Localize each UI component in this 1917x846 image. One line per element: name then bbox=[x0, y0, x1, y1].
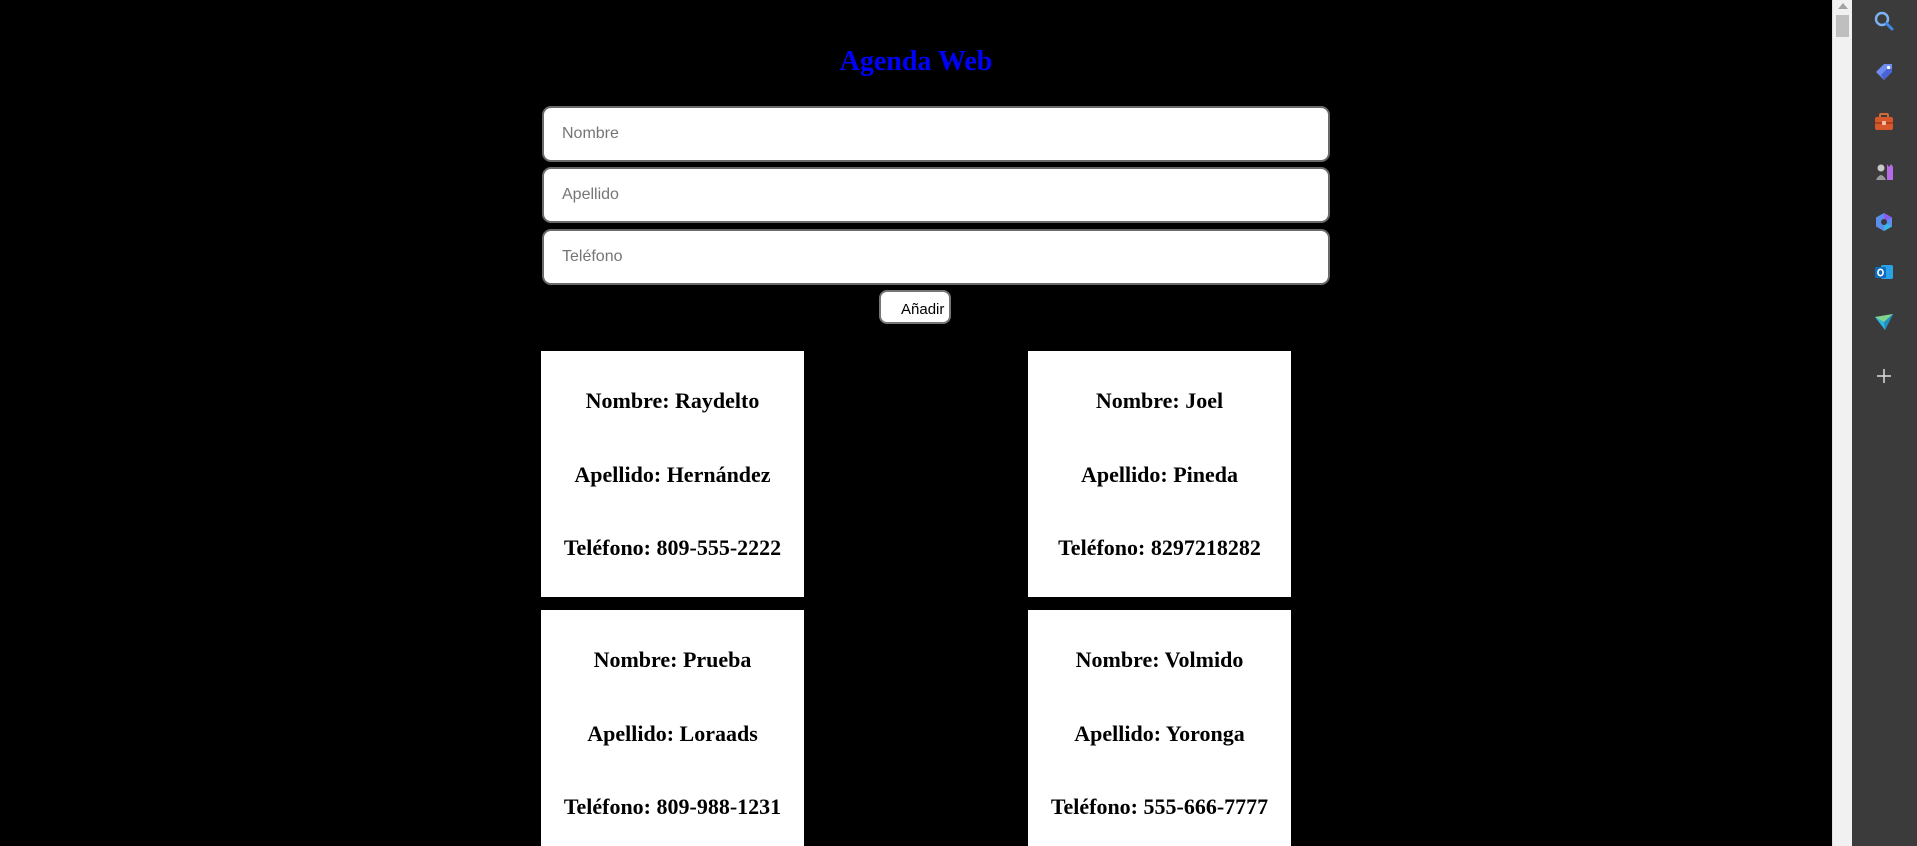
games-icon[interactable] bbox=[1870, 158, 1898, 186]
nombre-input[interactable] bbox=[542, 106, 1330, 162]
contact-nombre: Nombre: Joel bbox=[1095, 388, 1224, 413]
contact-apellido: Apellido: Yoronga bbox=[1074, 721, 1245, 746]
contact-apellido: Apellido: Pineda bbox=[1080, 462, 1239, 487]
browser-sidebar bbox=[1852, 0, 1917, 846]
contact-card: Nombre: Joel Apellido: Pineda Teléfono: … bbox=[1028, 351, 1291, 597]
add-icon[interactable] bbox=[1870, 362, 1898, 390]
apellido-input[interactable] bbox=[542, 167, 1330, 223]
contact-nombre: Nombre: Raydelto bbox=[585, 388, 760, 413]
contact-apellido: Apellido: Loraads bbox=[587, 721, 758, 746]
contact-card: Nombre: Volmido Apellido: Yoronga Teléfo… bbox=[1028, 610, 1291, 846]
page-content: Agenda Web Añadir Nombre: Raydelto Apell… bbox=[0, 0, 1832, 846]
outlook-icon[interactable] bbox=[1870, 258, 1898, 286]
scroll-thumb[interactable] bbox=[1836, 15, 1849, 37]
contact-telefono: Teléfono: 555-666-7777 bbox=[1050, 794, 1269, 819]
contact-nombre: Nombre: Volmido bbox=[1075, 647, 1244, 672]
contact-telefono: Teléfono: 8297218282 bbox=[1058, 535, 1261, 560]
contact-card: Nombre: Raydelto Apellido: Hernández Tel… bbox=[541, 351, 804, 597]
search-icon[interactable] bbox=[1870, 7, 1898, 35]
contact-card: Nombre: Prueba Apellido: Loraads Teléfon… bbox=[541, 610, 804, 846]
page-scrollbar[interactable] bbox=[1832, 0, 1852, 846]
contact-apellido: Apellido: Hernández bbox=[574, 462, 771, 487]
shopping-tag-icon[interactable] bbox=[1870, 58, 1898, 86]
contact-telefono: Teléfono: 809-988-1231 bbox=[563, 794, 782, 819]
add-button[interactable]: Añadir bbox=[879, 290, 951, 324]
copilot-icon[interactable] bbox=[1870, 208, 1898, 236]
contact-telefono: Teléfono: 809-555-2222 bbox=[563, 535, 782, 560]
page-title: Agenda Web bbox=[839, 46, 993, 77]
toolbox-icon[interactable] bbox=[1870, 108, 1898, 136]
scroll-up-arrow-icon[interactable] bbox=[1838, 3, 1848, 9]
contact-nombre: Nombre: Prueba bbox=[593, 647, 752, 672]
telefono-input[interactable] bbox=[542, 229, 1330, 285]
send-icon[interactable] bbox=[1870, 308, 1898, 336]
